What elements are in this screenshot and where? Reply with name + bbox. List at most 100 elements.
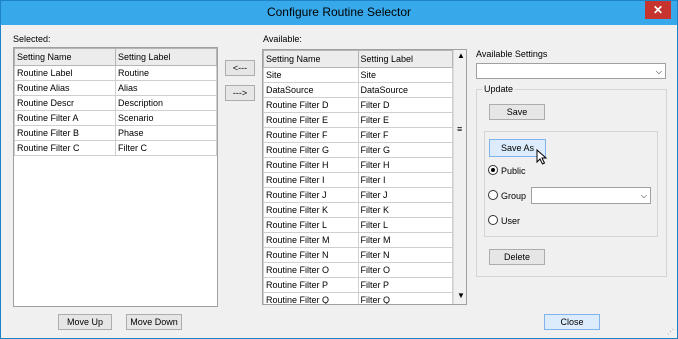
- table-row[interactable]: Routine Filter J Filter J: [263, 187, 453, 203]
- selected-grid[interactable]: Setting Name Setting Label Routine Label…: [13, 47, 218, 307]
- table-row[interactable]: Routine Filter A Scenario: [14, 110, 217, 126]
- table-row[interactable]: Routine Filter P Filter P: [263, 277, 453, 293]
- table-row[interactable]: Routine Filter L Filter L: [263, 217, 453, 233]
- group-label[interactable]: Group: [501, 191, 526, 201]
- title-bar: Configure Routine Selector ✕: [1, 1, 677, 25]
- setting-label-cell[interactable]: Filter Q: [357, 292, 453, 304]
- move-to-available-button[interactable]: --->: [225, 85, 255, 101]
- table-row[interactable]: Routine Filter C Filter C: [14, 140, 217, 156]
- move-to-selected-button[interactable]: <---: [225, 60, 255, 76]
- table-row[interactable]: Routine Filter G Filter G: [263, 142, 453, 158]
- table-row[interactable]: Site Site: [263, 67, 453, 83]
- chevron-up-icon[interactable]: ▲: [457, 51, 465, 60]
- chevron-down-icon[interactable]: ▼: [457, 291, 465, 300]
- public-radio[interactable]: [488, 165, 498, 175]
- setting-label-cell[interactable]: DataSource: [357, 82, 453, 98]
- setting-name-cell[interactable]: Routine Filter C: [14, 140, 116, 156]
- setting-name-cell[interactable]: Routine Filter F: [263, 127, 359, 143]
- selected-col-setting-label[interactable]: Setting Label: [115, 48, 217, 66]
- selected-table: Setting Name Setting Label Routine Label…: [14, 48, 217, 156]
- table-row[interactable]: Routine Filter F Filter F: [263, 127, 453, 143]
- close-window-button[interactable]: ✕: [645, 1, 671, 19]
- setting-name-cell[interactable]: Routine Filter G: [263, 142, 359, 158]
- chevron-down-icon[interactable]: ⌵: [656, 67, 662, 77]
- scroll-grip-icon[interactable]: ≡: [457, 124, 462, 134]
- available-scrollbar[interactable]: ▲ ≡ ▼: [453, 50, 466, 304]
- available-col-setting-name[interactable]: Setting Name: [263, 50, 359, 68]
- setting-name-cell[interactable]: Routine Filter O: [263, 262, 359, 278]
- table-row[interactable]: Routine Filter O Filter O: [263, 262, 453, 278]
- setting-name-cell[interactable]: Routine Filter J: [263, 187, 359, 203]
- move-up-button[interactable]: Move Up: [58, 314, 112, 330]
- setting-label-cell[interactable]: Filter J: [357, 187, 453, 203]
- table-row[interactable]: Routine Label Routine: [14, 65, 217, 81]
- setting-name-cell[interactable]: Routine Filter I: [263, 172, 359, 188]
- setting-name-cell[interactable]: Routine Filter Q: [263, 292, 359, 304]
- table-row[interactable]: Routine Filter B Phase: [14, 125, 217, 141]
- setting-label-cell[interactable]: Filter K: [357, 202, 453, 218]
- table-row[interactable]: Routine Filter I Filter I: [263, 172, 453, 188]
- setting-name-cell[interactable]: Routine Filter N: [263, 247, 359, 263]
- table-row[interactable]: Routine Filter D Filter D: [263, 97, 453, 113]
- setting-name-cell[interactable]: Routine Filter H: [263, 157, 359, 173]
- close-button[interactable]: Close: [544, 314, 600, 330]
- save-button[interactable]: Save: [489, 104, 545, 120]
- move-down-button[interactable]: Move Down: [126, 314, 182, 330]
- setting-label-cell[interactable]: Filter D: [357, 97, 453, 113]
- user-label[interactable]: User: [501, 216, 520, 226]
- setting-label-cell[interactable]: Phase: [115, 125, 217, 141]
- group-dropdown[interactable]: ⌵: [531, 187, 651, 204]
- setting-label-cell[interactable]: Filter E: [357, 112, 453, 128]
- group-radio[interactable]: [488, 190, 498, 200]
- selected-col-setting-name[interactable]: Setting Name: [14, 48, 116, 66]
- user-radio[interactable]: [488, 215, 498, 225]
- setting-name-cell[interactable]: DataSource: [263, 82, 359, 98]
- table-row[interactable]: Routine Filter E Filter E: [263, 112, 453, 128]
- public-label[interactable]: Public: [501, 166, 526, 176]
- setting-label-cell[interactable]: Alias: [115, 80, 217, 96]
- resize-grip-icon[interactable]: ⋰: [667, 328, 674, 336]
- setting-name-cell[interactable]: Routine Filter A: [14, 110, 116, 126]
- available-col-setting-label[interactable]: Setting Label: [357, 50, 453, 68]
- table-row[interactable]: Routine Filter Q Filter Q: [263, 292, 453, 304]
- table-row[interactable]: Routine Filter H Filter H: [263, 157, 453, 173]
- setting-name-cell[interactable]: Routine Filter B: [14, 125, 116, 141]
- update-label: Update: [482, 84, 516, 94]
- mouse-cursor-icon: [536, 149, 548, 165]
- table-row[interactable]: Routine Filter K Filter K: [263, 202, 453, 218]
- window-title: Configure Routine Selector: [266, 5, 412, 19]
- chevron-down-icon[interactable]: ⌵: [641, 191, 647, 201]
- setting-label-cell[interactable]: Filter N: [357, 247, 453, 263]
- setting-label-cell[interactable]: Routine: [115, 65, 217, 81]
- setting-name-cell[interactable]: Routine Filter E: [263, 112, 359, 128]
- table-row[interactable]: Routine Filter M Filter M: [263, 232, 453, 248]
- available-grid[interactable]: Setting Name Setting Label Site Site DataS…: [262, 49, 467, 305]
- delete-button[interactable]: Delete: [489, 249, 545, 265]
- table-row[interactable]: Routine Alias Alias: [14, 80, 217, 96]
- setting-name-cell[interactable]: Routine Descr: [14, 95, 116, 111]
- setting-label-cell[interactable]: Scenario: [115, 110, 217, 126]
- setting-label-cell[interactable]: Filter F: [357, 127, 453, 143]
- setting-label-cell[interactable]: Filter C: [115, 140, 217, 156]
- setting-label-cell[interactable]: Site: [357, 67, 453, 83]
- setting-name-cell[interactable]: Routine Filter P: [263, 277, 359, 293]
- setting-label-cell[interactable]: Filter M: [357, 232, 453, 248]
- table-row[interactable]: Routine Filter N Filter N: [263, 247, 453, 263]
- setting-name-cell[interactable]: Routine Filter D: [263, 97, 359, 113]
- setting-name-cell[interactable]: Routine Filter K: [263, 202, 359, 218]
- available-settings-dropdown[interactable]: ⌵: [476, 63, 666, 79]
- setting-name-cell[interactable]: Routine Filter M: [263, 232, 359, 248]
- setting-label-cell[interactable]: Description: [115, 95, 217, 111]
- setting-label-cell[interactable]: Filter O: [357, 262, 453, 278]
- setting-label-cell[interactable]: Filter P: [357, 277, 453, 293]
- table-row[interactable]: Routine Descr Description: [14, 95, 217, 111]
- table-row[interactable]: DataSource DataSource: [263, 82, 453, 98]
- setting-label-cell[interactable]: Filter H: [357, 157, 453, 173]
- setting-label-cell[interactable]: Filter I: [357, 172, 453, 188]
- setting-name-cell[interactable]: Site: [263, 67, 359, 83]
- setting-name-cell[interactable]: Routine Filter L: [263, 217, 359, 233]
- setting-label-cell[interactable]: Filter L: [357, 217, 453, 233]
- setting-label-cell[interactable]: Filter G: [357, 142, 453, 158]
- setting-name-cell[interactable]: Routine Alias: [14, 80, 116, 96]
- setting-name-cell[interactable]: Routine Label: [14, 65, 116, 81]
